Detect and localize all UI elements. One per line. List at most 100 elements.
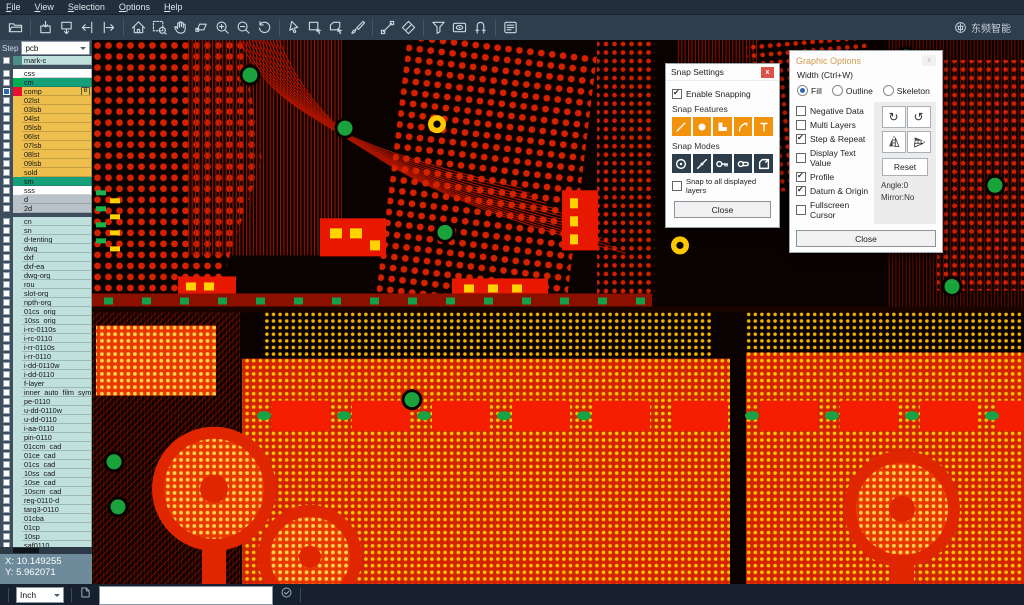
snap-end-icon[interactable] [713, 154, 732, 173]
layer-visibility-checkbox[interactable] [3, 380, 10, 387]
preview-icon[interactable] [449, 17, 470, 38]
snap-arc-icon[interactable] [734, 117, 753, 136]
layer-visibility-checkbox[interactable] [3, 57, 10, 64]
layer-row[interactable]: 07lsb [0, 141, 92, 150]
layer-visibility-checkbox[interactable] [3, 389, 10, 396]
option-display-text-value[interactable]: Display Text Value [796, 148, 870, 168]
pcb-canvas[interactable]: Snap Settings x Enable Snapping Snap Fea… [92, 40, 1024, 584]
zoom-previous-icon[interactable] [254, 17, 275, 38]
option-profile-checkbox[interactable] [796, 172, 806, 182]
layer-visibility-checkbox[interactable] [3, 227, 10, 234]
layer-row[interactable]: 10ss_cad [0, 469, 92, 478]
layer-visibility-checkbox[interactable] [3, 497, 10, 504]
layer-row[interactable]: 09lsb [0, 159, 92, 168]
layer-row[interactable]: i-rc-0110 [0, 334, 92, 343]
layer-row[interactable]: 02lst [0, 96, 92, 105]
snap-line-icon[interactable] [672, 117, 691, 136]
snap-dialog-titlebar[interactable]: Snap Settings x [666, 64, 779, 81]
layer-visibility-checkbox[interactable] [3, 254, 10, 261]
radio-outline[interactable] [832, 85, 843, 96]
option-step-repeat[interactable]: Step & Repeat [796, 134, 870, 144]
snap-pad-icon[interactable] [693, 117, 712, 136]
layer-row[interactable]: 08lst [0, 150, 92, 159]
layer-row[interactable]: cm [0, 78, 92, 87]
layer-visibility-checkbox[interactable] [3, 452, 10, 459]
step-select[interactable]: pcb [21, 41, 90, 55]
menu-help[interactable]: Help [164, 2, 183, 12]
layer-row[interactable]: pin-0110 [0, 433, 92, 442]
layer-row[interactable]: 03lsb [0, 105, 92, 114]
enable-snapping[interactable]: Enable Snapping [672, 89, 773, 99]
layer-row[interactable]: sold [0, 168, 92, 177]
layer-row[interactable]: i-aa-0110 [0, 424, 92, 433]
graphic-close-button[interactable]: Close [796, 230, 936, 247]
layer-visibility-checkbox[interactable] [3, 317, 10, 324]
command-input[interactable] [99, 586, 273, 605]
snap-all-layers-checkbox[interactable] [672, 181, 682, 191]
layer-visibility-checkbox[interactable] [3, 443, 10, 450]
tag-icon[interactable] [398, 17, 419, 38]
layer-row[interactable]: 01ce_cad [0, 451, 92, 460]
layer-visibility-checkbox[interactable] [3, 236, 10, 243]
select-polygon-icon[interactable] [326, 17, 347, 38]
home-icon[interactable] [128, 17, 149, 38]
graphic-close-icon[interactable]: x [922, 55, 936, 66]
layer-row[interactable]: cn [0, 217, 92, 226]
layer-row[interactable]: dxf-ea [0, 262, 92, 271]
option-negative-data[interactable]: Negative Data [796, 106, 870, 116]
option-negative-data-checkbox[interactable] [796, 106, 806, 116]
layer-row[interactable]: css [0, 69, 92, 78]
layer-visibility-checkbox[interactable] [3, 524, 10, 531]
layer-visibility-checkbox[interactable] [3, 335, 10, 342]
brush-icon[interactable] [347, 17, 368, 38]
layer-row[interactable]: 04lst [0, 114, 92, 123]
option-profile[interactable]: Profile [796, 172, 870, 182]
rotate-ccw-button[interactable]: ↺ [907, 106, 931, 128]
layer-row[interactable]: pe-0110 [0, 397, 92, 406]
mirror-horizontal-button[interactable] [882, 131, 906, 153]
layer-row[interactable]: sm [0, 177, 92, 186]
layer-row[interactable]: f-layer [0, 379, 92, 388]
layer-row[interactable]: i-rc-0110s [0, 325, 92, 334]
layer-list-hscrollbar[interactable] [0, 547, 92, 554]
snap-mid-icon[interactable] [734, 154, 753, 173]
option-fullscreen-cursor-checkbox[interactable] [796, 205, 806, 215]
unit-select[interactable]: Inch [16, 587, 64, 603]
layer-visibility-checkbox[interactable] [3, 398, 10, 405]
option-display-text-value-checkbox[interactable] [796, 153, 806, 163]
menu-options[interactable]: Options [119, 2, 150, 12]
layer-visibility-checkbox[interactable] [3, 169, 10, 176]
layer-row[interactable]: sn [0, 226, 92, 235]
layer-row[interactable]: u-dd-0110w [0, 406, 92, 415]
zoom-window-icon[interactable] [149, 17, 170, 38]
mirror-vertical-button[interactable] [907, 131, 931, 153]
option-multi-layers[interactable]: Multi Layers [796, 120, 870, 130]
layer-visibility-checkbox[interactable] [3, 470, 10, 477]
layer-visibility-checkbox[interactable] [3, 281, 10, 288]
nav-forward-icon[interactable] [98, 17, 119, 38]
snap-close-icon[interactable]: x [761, 67, 774, 78]
layer-visibility-checkbox[interactable] [3, 362, 10, 369]
layer-row[interactable]: reg-0110-d [0, 496, 92, 505]
layer-visibility-checkbox[interactable] [3, 533, 10, 540]
layer-visibility-checkbox[interactable] [3, 299, 10, 306]
layer-visibility-checkbox[interactable] [3, 308, 10, 315]
zoom-in-icon[interactable] [212, 17, 233, 38]
open-icon[interactable] [5, 17, 26, 38]
layer-visibility-checkbox[interactable] [3, 196, 10, 203]
zoom-out-icon[interactable] [233, 17, 254, 38]
layer-row[interactable]: 10sp [0, 532, 92, 541]
layer-row[interactable]: compB [0, 87, 92, 96]
hscrollbar-thumb[interactable] [13, 548, 39, 553]
option-fullscreen-cursor[interactable]: Fullscreen Cursor [796, 200, 870, 220]
layer-visibility-checkbox[interactable] [3, 218, 10, 225]
layer-visibility-checkbox[interactable] [3, 178, 10, 185]
layer-row[interactable]: 01ccm_cad [0, 442, 92, 451]
snap-all-layers[interactable]: Snap to all displayed layers [672, 177, 773, 195]
layer-visibility-checkbox[interactable] [3, 70, 10, 77]
layer-row[interactable]: i-rr-0110 [0, 352, 92, 361]
layer-visibility-checkbox[interactable] [3, 106, 10, 113]
layer-row[interactable]: 01cs_orig [0, 307, 92, 316]
menu-file[interactable]: File [6, 2, 21, 12]
layer-row[interactable]: mark-c [0, 56, 92, 65]
